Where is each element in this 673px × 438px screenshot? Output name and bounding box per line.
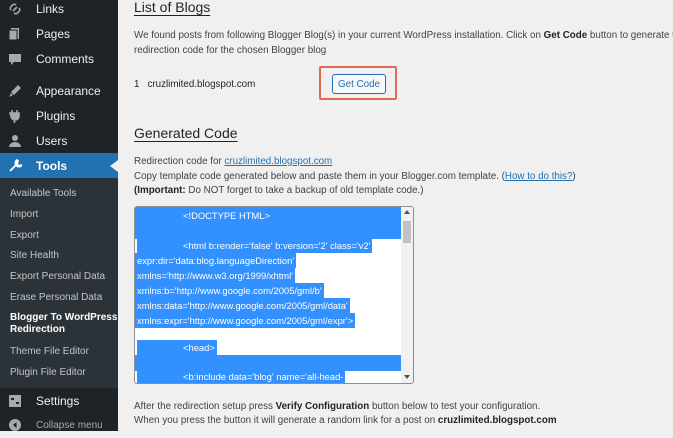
intro-text-line2: redirection code for the chosen Blogger … bbox=[134, 45, 327, 56]
important-note: (Important: Do NOT forget to take a back… bbox=[134, 183, 424, 199]
code-line: xmlns:data='http://www.google.com/2005/g… bbox=[135, 298, 350, 313]
redir-prefix: Redirection code for bbox=[134, 156, 225, 167]
code-highlight bbox=[269, 223, 401, 239]
submenu-erase-personal-data[interactable]: Erase Personal Data bbox=[10, 292, 102, 303]
collapse-menu-label: Collapse menu bbox=[36, 419, 103, 431]
code-line: expr:dir='data:blog.languageDirection' bbox=[135, 253, 297, 268]
comments-icon bbox=[9, 54, 21, 65]
menu-links-label: Links bbox=[36, 2, 65, 16]
scroll-thumb[interactable] bbox=[403, 221, 411, 243]
code-line: xmlns:b='http://www.google.com/2005/gml/… bbox=[135, 283, 324, 298]
submenu-theme-file-editor[interactable]: Theme File Editor bbox=[10, 346, 89, 357]
menu-settings-label: Settings bbox=[36, 394, 80, 408]
after-part1: After the redirection setup press bbox=[134, 401, 276, 412]
submenu-current-line2: Redirection bbox=[10, 324, 66, 335]
submenu-export-personal-data[interactable]: Export Personal Data bbox=[10, 271, 105, 282]
code-line: xmlns='http://www.w3.org/1999/xhtml' bbox=[135, 268, 295, 283]
links-icon bbox=[9, 3, 21, 15]
menu-users[interactable]: Users bbox=[0, 128, 118, 154]
list-of-blogs-title: List of Blogs bbox=[134, 0, 211, 15]
blog-name: cruzlimited.blogspot.com bbox=[147, 79, 256, 90]
submenu-current-line1: Blogger To WordPress bbox=[10, 312, 118, 323]
intro-part1: We found posts from following Blogger Bl… bbox=[134, 30, 544, 41]
menu-appearance[interactable]: Appearance bbox=[0, 78, 118, 104]
template-code-textarea[interactable]: <!DOCTYPE HTML> <html b:render='false' b… bbox=[134, 206, 414, 384]
how-to-link[interactable]: How to do this? bbox=[505, 171, 573, 182]
plugins-icon bbox=[8, 110, 20, 123]
submenu-plugin-file-editor[interactable]: Plugin File Editor bbox=[10, 367, 86, 378]
submenu-available-tools[interactable]: Available Tools bbox=[10, 188, 76, 199]
scroll-up-icon[interactable] bbox=[404, 210, 410, 214]
get-code-button[interactable]: Get Code bbox=[332, 74, 386, 94]
menu-tools[interactable]: Tools bbox=[0, 153, 118, 179]
blog-link[interactable]: cruzlimited.blogspot.com bbox=[224, 156, 332, 167]
when-bold: cruzlimited.blogspot.com bbox=[437, 415, 557, 426]
menu-comments[interactable]: Comments bbox=[0, 46, 118, 72]
admin-sidebar: Links Pages Comments Appearance Plugins … bbox=[0, 0, 118, 431]
intro-bold: Get Code bbox=[543, 30, 588, 41]
menu-plugins[interactable]: Plugins bbox=[0, 103, 118, 129]
menu-settings[interactable]: Settings bbox=[0, 388, 118, 414]
appearance-icon bbox=[9, 85, 21, 97]
get-code-callout: Get Code bbox=[319, 66, 397, 100]
collapse-menu[interactable]: Collapse menu bbox=[0, 412, 118, 438]
generated-code-title: Generated Code bbox=[134, 125, 238, 141]
menu-users-label: Users bbox=[36, 134, 68, 148]
menu-tools-label: Tools bbox=[36, 159, 68, 173]
menu-appearance-label: Appearance bbox=[36, 84, 101, 98]
menu-pages-label: Pages bbox=[36, 27, 71, 41]
important-label: (Important: bbox=[134, 185, 186, 196]
menu-pages[interactable]: Pages bbox=[0, 21, 118, 47]
submenu-site-health[interactable]: Site Health bbox=[10, 250, 59, 261]
code-highlight bbox=[135, 223, 271, 239]
collapse-icon bbox=[9, 419, 21, 431]
redirection-code-for: Redirection code for cruzlimited.blogspo… bbox=[134, 154, 332, 170]
submenu-blogger-redirection[interactable]: Blogger To WordPress Redirection bbox=[10, 312, 117, 336]
users-icon bbox=[9, 135, 21, 147]
tools-submenu: Available Tools Import Export Site Healt… bbox=[0, 178, 118, 388]
important-text: Do NOT forget to take a backup of old te… bbox=[185, 185, 424, 196]
tools-icon bbox=[9, 159, 22, 172]
code-scrollbar[interactable] bbox=[401, 207, 413, 383]
main-content: List of Blogs We found posts from follow… bbox=[118, 0, 673, 431]
menu-links[interactable]: Links bbox=[0, 0, 118, 22]
after-bold: Verify Configuration bbox=[275, 401, 370, 412]
intro-part2: button to generate the bbox=[589, 30, 673, 41]
copy-text: Copy template code generated below and p… bbox=[134, 171, 505, 182]
blog-index: 1 bbox=[134, 79, 140, 90]
menu-plugins-label: Plugins bbox=[36, 109, 76, 123]
intro-text: We found posts from following Blogger Bl… bbox=[134, 28, 673, 44]
menu-comments-label: Comments bbox=[36, 52, 95, 66]
copy-close: ) bbox=[572, 171, 576, 182]
scroll-down-icon[interactable] bbox=[404, 375, 410, 379]
code-line: <html b:render='false' b:version='2' cla… bbox=[137, 238, 373, 253]
random-link-text: When you press the button it will genera… bbox=[134, 413, 557, 429]
after-part2: button below to test your configuration. bbox=[369, 401, 541, 412]
code-line: <b:include data='blog' name='all-head- bbox=[137, 369, 346, 383]
code-line: <!DOCTYPE HTML> bbox=[137, 208, 272, 223]
submenu-export[interactable]: Export bbox=[10, 230, 39, 241]
settings-icon bbox=[9, 395, 21, 407]
when-part1: When you press the button it will genera… bbox=[134, 415, 438, 426]
code-line: <head> bbox=[137, 340, 217, 355]
submenu-import[interactable]: Import bbox=[10, 209, 38, 220]
code-line: xmlns:expr='http://www.google.com/2005/g… bbox=[135, 313, 356, 328]
pages-icon bbox=[8, 28, 19, 41]
blog-row: 1 cruzlimited.blogspot.com bbox=[134, 77, 255, 93]
